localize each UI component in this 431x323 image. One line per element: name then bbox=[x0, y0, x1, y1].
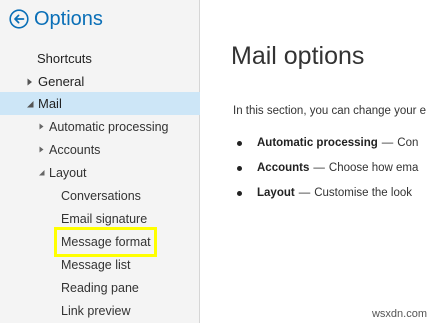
em-dash: — bbox=[298, 187, 311, 199]
chevron-right-icon[interactable] bbox=[25, 78, 35, 86]
intro-text: In this section, you can change your e bbox=[233, 105, 427, 117]
sidebar-item-mail[interactable]: Mail bbox=[0, 92, 200, 115]
sidebar-item-label: Automatic processing bbox=[49, 119, 169, 134]
section-title: Mail options bbox=[231, 42, 365, 70]
bullet-term[interactable]: Layout bbox=[257, 187, 295, 199]
sidebar-item-label: Accounts bbox=[49, 142, 101, 157]
em-dash: — bbox=[381, 137, 394, 149]
chevron-right-icon[interactable] bbox=[36, 123, 46, 130]
bullet-description: Con bbox=[397, 137, 419, 149]
sidebar-item-label: Layout bbox=[49, 165, 87, 180]
back-arrow-icon[interactable] bbox=[9, 9, 29, 29]
watermark-text: wsxdn.com bbox=[371, 308, 427, 320]
options-header: Options bbox=[9, 6, 103, 32]
sidebar-item-label: General bbox=[38, 74, 85, 89]
highlight-box bbox=[54, 227, 157, 257]
chevron-right-icon[interactable] bbox=[36, 146, 46, 153]
sidebar-item-label: Mail bbox=[38, 96, 62, 111]
sidebar: Options Shortcuts General Mail Automatic… bbox=[0, 0, 200, 323]
bullet-dot bbox=[237, 190, 242, 196]
sidebar-item-accounts[interactable]: Accounts bbox=[0, 138, 200, 161]
sidebar-heading-shortcuts[interactable]: Shortcuts bbox=[0, 47, 200, 70]
em-dash: — bbox=[313, 162, 325, 174]
bullet-dot bbox=[237, 165, 242, 171]
bullet-automatic-processing: Automatic processing — Con bbox=[237, 137, 418, 149]
sidebar-item-label: Link preview bbox=[61, 303, 131, 318]
sidebar-item-label: Conversations bbox=[61, 188, 141, 203]
sidebar-item-conversations[interactable]: Conversations bbox=[0, 184, 200, 207]
bullet-accounts: Accounts — Choose how ema bbox=[237, 162, 418, 174]
sidebar-item-general[interactable]: General bbox=[0, 70, 200, 93]
bullet-description: Choose how ema bbox=[328, 162, 419, 174]
sidebar-item-label: Shortcuts bbox=[37, 51, 92, 66]
bullet-dot bbox=[237, 140, 242, 146]
main-content: Mail options In this section, you can ch… bbox=[201, 0, 431, 323]
chevron-down-icon[interactable] bbox=[25, 100, 35, 108]
bullet-term[interactable]: Automatic processing bbox=[257, 137, 378, 149]
page-title: Options bbox=[34, 8, 103, 30]
sidebar-item-reading-pane[interactable]: Reading pane bbox=[0, 276, 200, 299]
sidebar-item-layout[interactable]: Layout bbox=[0, 161, 200, 184]
sidebar-item-automatic-processing[interactable]: Automatic processing bbox=[0, 115, 200, 138]
chevron-down-icon[interactable] bbox=[36, 169, 46, 176]
bullet-description: Customise the look bbox=[314, 187, 412, 199]
sidebar-item-link-preview[interactable]: Link preview bbox=[0, 299, 200, 322]
bullet-layout: Layout — Customise the look bbox=[237, 187, 412, 199]
sidebar-item-label: Email signature bbox=[61, 211, 148, 226]
sidebar-item-label: Reading pane bbox=[61, 280, 139, 295]
bullet-term[interactable]: Accounts bbox=[257, 162, 309, 174]
sidebar-item-label: Message list bbox=[61, 257, 131, 272]
